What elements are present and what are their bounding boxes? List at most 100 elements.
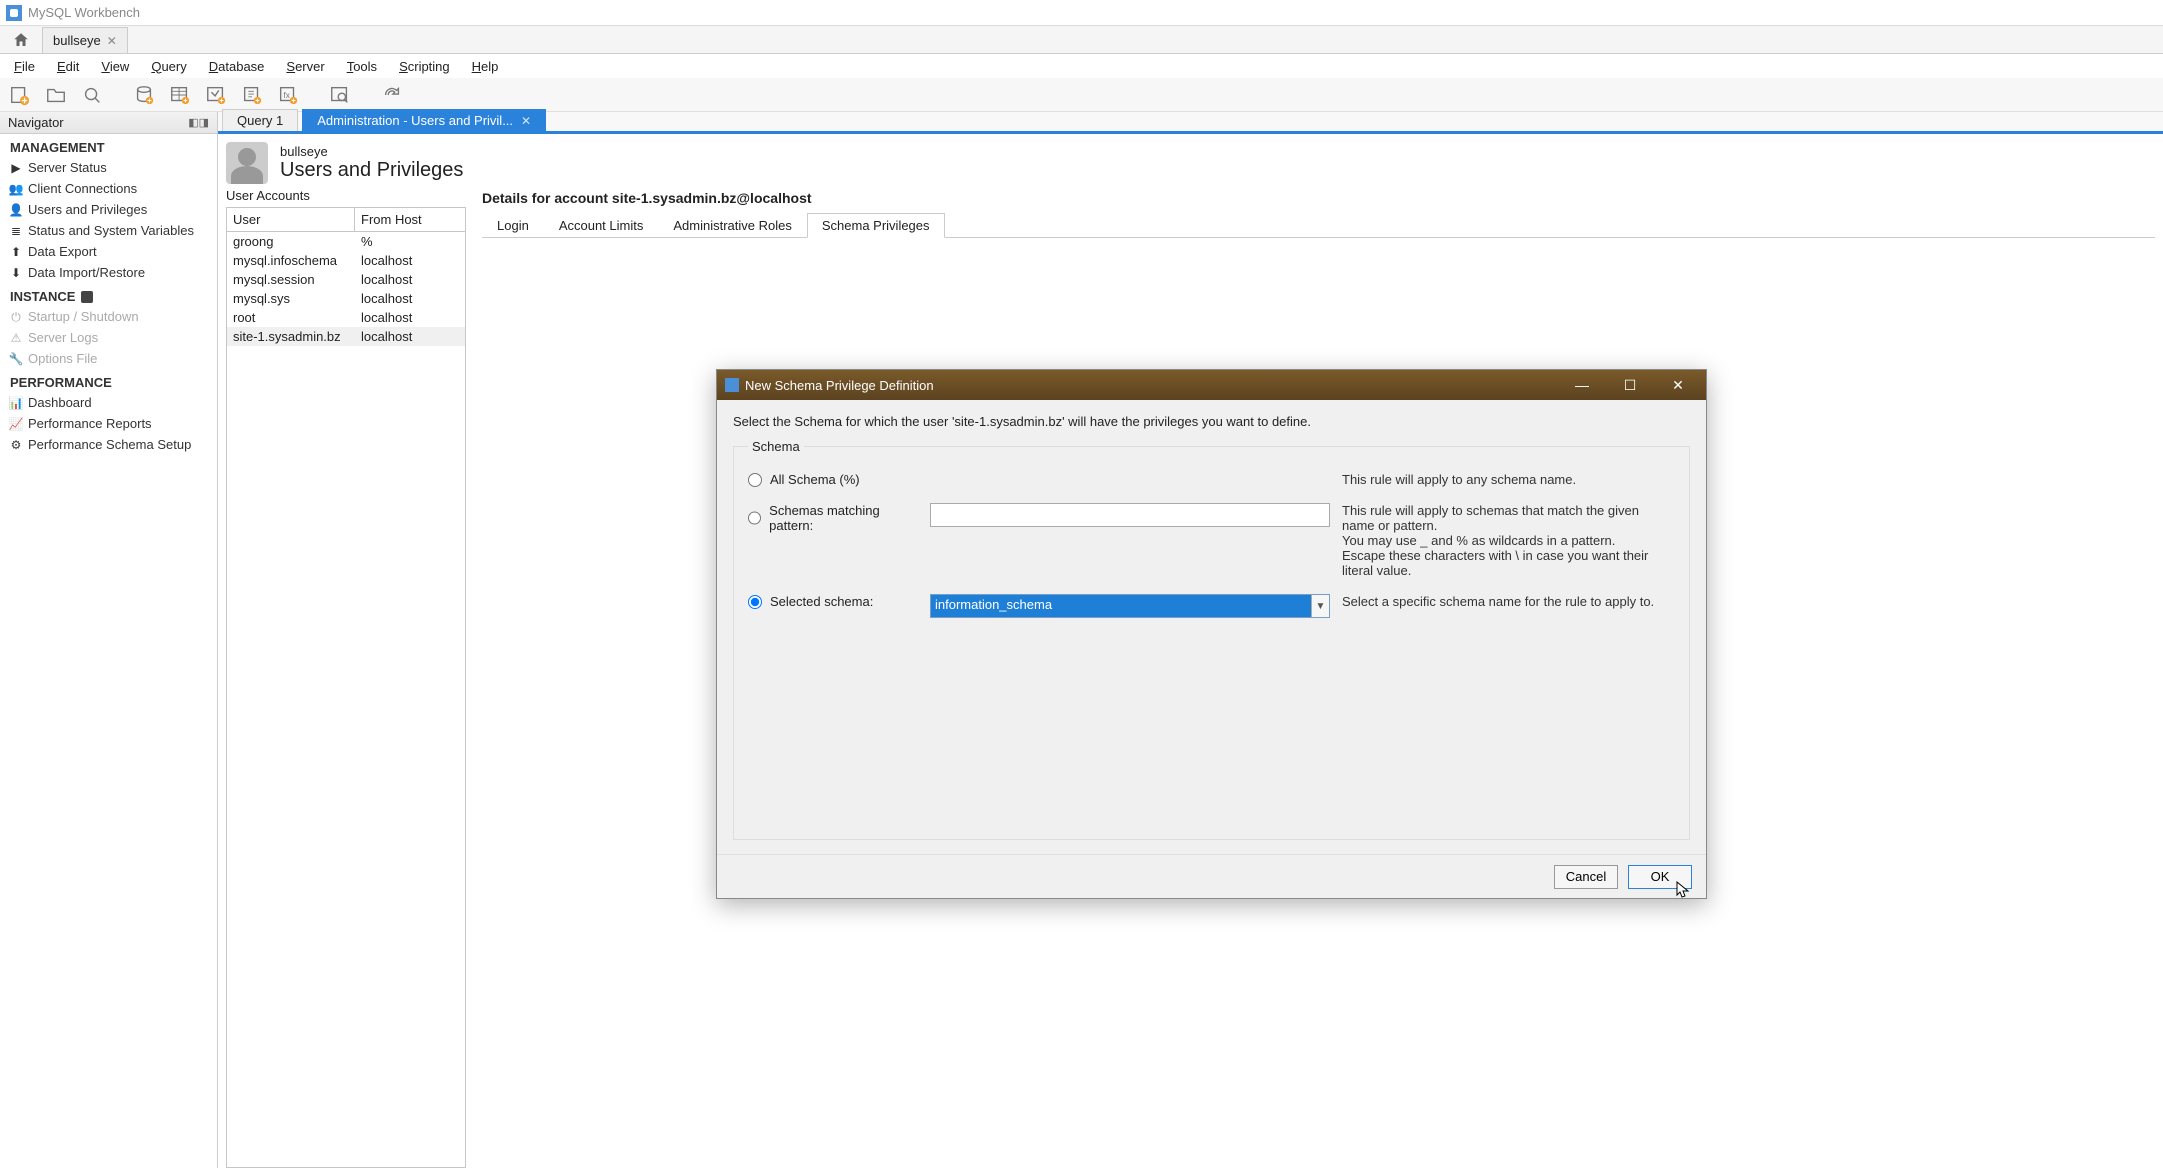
create-schema-button[interactable] [130,81,158,109]
sub-tab-login[interactable]: Login [482,213,544,238]
menu-server[interactable]: Server [276,57,334,76]
nav-item-icon: ⏻ [8,309,24,325]
dialog-titlebar[interactable]: New Schema Privilege Definition — ☐ ✕ [717,370,1706,400]
menu-scripting[interactable]: Scripting [389,57,460,76]
table-row[interactable]: mysql.infoschemalocalhost [227,251,465,270]
nav-item-icon: ⬇ [8,265,24,281]
nav-item-data-import-restore[interactable]: ⬇ Data Import/Restore [0,262,217,283]
nav-item-label: Data Export [28,244,97,259]
maximize-button[interactable]: ☐ [1610,372,1650,398]
navigator-toggle-icon[interactable]: ◧◨ [188,116,209,129]
radio-selected-label: Selected schema: [770,594,873,609]
nav-item-startup-shutdown[interactable]: ⏻ Startup / Shutdown [0,306,217,327]
cell-user: mysql.infoschema [227,251,355,270]
radio-pattern-input[interactable] [748,511,761,525]
details-title: Details for account site-1.sysadmin.bz@l… [482,186,2155,212]
cell-host: localhost [355,308,465,327]
nav-item-icon: ⬆ [8,244,24,260]
document-tabs: Query 1Administration - Users and Privil… [218,112,2163,134]
navigator-title: Navigator [8,115,64,130]
ok-button[interactable]: OK [1628,865,1692,889]
nav-item-icon: 👤 [8,202,24,218]
pattern-input[interactable] [930,503,1330,527]
search-table-data-button[interactable] [326,81,354,109]
menu-view[interactable]: View [91,57,139,76]
sub-tab-schema-privileges[interactable]: Schema Privileges [807,213,945,238]
col-fromhost[interactable]: From Host [355,208,465,231]
nav-item-label: Data Import/Restore [28,265,145,280]
connection-tab-bullseye[interactable]: bullseye ✕ [42,27,128,53]
home-button[interactable] [4,27,38,53]
nav-item-data-export[interactable]: ⬆ Data Export [0,241,217,262]
radio-all-schema[interactable]: All Schema (%) [748,472,918,487]
close-icon[interactable]: ✕ [521,114,531,128]
minimize-button[interactable]: — [1562,372,1602,398]
menu-edit[interactable]: Edit [47,57,89,76]
cell-host: % [355,232,465,251]
nav-item-icon: ⚙ [8,437,24,453]
nav-item-label: Server Logs [28,330,98,345]
radio-selected-input[interactable] [748,595,762,609]
new-sql-tab-button[interactable] [6,81,34,109]
nav-item-server-status[interactable]: ▶Server Status [0,157,217,178]
doc-tab[interactable]: Administration - Users and Privil...✕ [302,109,546,131]
nav-item-performance-reports[interactable]: 📈 Performance Reports [0,413,217,434]
radio-pattern[interactable]: Schemas matching pattern: [748,503,918,533]
create-table-button[interactable] [166,81,194,109]
table-row[interactable]: rootlocalhost [227,308,465,327]
doc-tab[interactable]: Query 1 [222,109,298,131]
nav-item-server-logs[interactable]: ⚠ Server Logs [0,327,217,348]
schema-select[interactable]: information_schema ▼ [930,594,1330,618]
nav-item-label: Users and Privileges [28,202,147,217]
menu-file[interactable]: File [4,57,45,76]
table-row[interactable]: mysql.sessionlocalhost [227,270,465,289]
chevron-down-icon[interactable]: ▼ [1311,595,1329,617]
nav-item-status-and-system-variables[interactable]: ≣Status and System Variables [0,220,217,241]
all-schema-desc: This rule will apply to any schema name. [1342,472,1675,487]
nav-item-options-file[interactable]: 🔧Options File [0,348,217,369]
nav-item-users-and-privileges[interactable]: 👤 Users and Privileges [0,199,217,220]
pattern-desc: This rule will apply to schemas that mat… [1342,503,1675,578]
create-view-button[interactable] [202,81,230,109]
nav-item-label: Startup / Shutdown [28,309,139,324]
avatar-icon [226,142,268,184]
management-heading: MANAGEMENT [0,134,217,157]
content-area: Query 1Administration - Users and Privil… [218,112,2163,1168]
cancel-button[interactable]: Cancel [1554,865,1618,889]
menu-database[interactable]: Database [199,57,275,76]
create-procedure-button[interactable] [238,81,266,109]
inspector-button[interactable] [78,81,106,109]
nav-item-label: Options File [28,351,97,366]
menu-tools[interactable]: Tools [337,57,387,76]
close-icon[interactable]: ✕ [107,34,117,48]
cell-user: groong [227,232,355,251]
sub-tab-administrative-roles[interactable]: Administrative Roles [658,213,807,238]
user-accounts-table: User From Host groong%mysql.infoschemalo… [226,207,466,1168]
table-row[interactable]: mysql.syslocalhost [227,289,465,308]
radio-selected[interactable]: Selected schema: [748,594,918,609]
nav-item-icon: 📊 [8,395,24,411]
cell-user: site-1.sysadmin.bz [227,327,355,346]
sub-tab-account-limits[interactable]: Account Limits [544,213,659,238]
reconnect-button[interactable] [378,81,406,109]
nav-item-label: Performance Reports [28,416,152,431]
table-row[interactable]: groong% [227,232,465,251]
cell-user: mysql.sys [227,289,355,308]
nav-item-client-connections[interactable]: 👥Client Connections [0,178,217,199]
close-button[interactable]: ✕ [1658,372,1698,398]
schema-select-value: information_schema [931,595,1311,617]
nav-item-performance-schema-setup[interactable]: ⚙Performance Schema Setup [0,434,217,455]
create-function-button[interactable]: fx [274,81,302,109]
table-row[interactable]: site-1.sysadmin.bzlocalhost [227,327,465,346]
col-user[interactable]: User [227,208,355,231]
menu-help[interactable]: Help [462,57,509,76]
open-sql-button[interactable] [42,81,70,109]
toolbar: fx [0,78,2163,112]
user-accounts-label: User Accounts [218,188,474,207]
nav-item-icon: ≣ [8,223,24,239]
nav-item-icon: 📈 [8,416,24,432]
menu-query[interactable]: Query [141,57,196,76]
radio-all-input[interactable] [748,473,762,487]
nav-item-icon: ⚠ [8,330,24,346]
nav-item-dashboard[interactable]: 📊Dashboard [0,392,217,413]
